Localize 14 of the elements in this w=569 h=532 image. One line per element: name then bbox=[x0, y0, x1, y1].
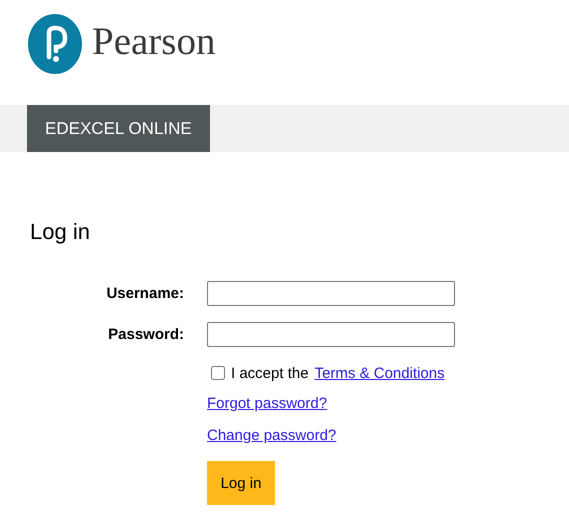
text-link[interactable]: Change password? bbox=[207, 427, 336, 449]
terms-text: I accept the bbox=[231, 364, 309, 382]
nav-tab[interactable]: EDEXCEL ONLINE bbox=[27, 105, 210, 152]
input-field[interactable] bbox=[207, 281, 455, 306]
terms-checkbox[interactable] bbox=[211, 366, 225, 380]
page-heading: Log in bbox=[30, 219, 91, 246]
login-button[interactable]: Log in bbox=[207, 461, 275, 505]
field-label: Password: bbox=[108, 326, 185, 343]
terms-link[interactable]: Terms & Conditions bbox=[314, 364, 445, 382]
input-field[interactable] bbox=[207, 322, 455, 347]
logo-icon bbox=[27, 13, 83, 75]
wordmark: Pearson bbox=[92, 18, 216, 64]
field-label: Username: bbox=[106, 285, 185, 302]
text-link[interactable]: Forgot password? bbox=[207, 395, 328, 417]
